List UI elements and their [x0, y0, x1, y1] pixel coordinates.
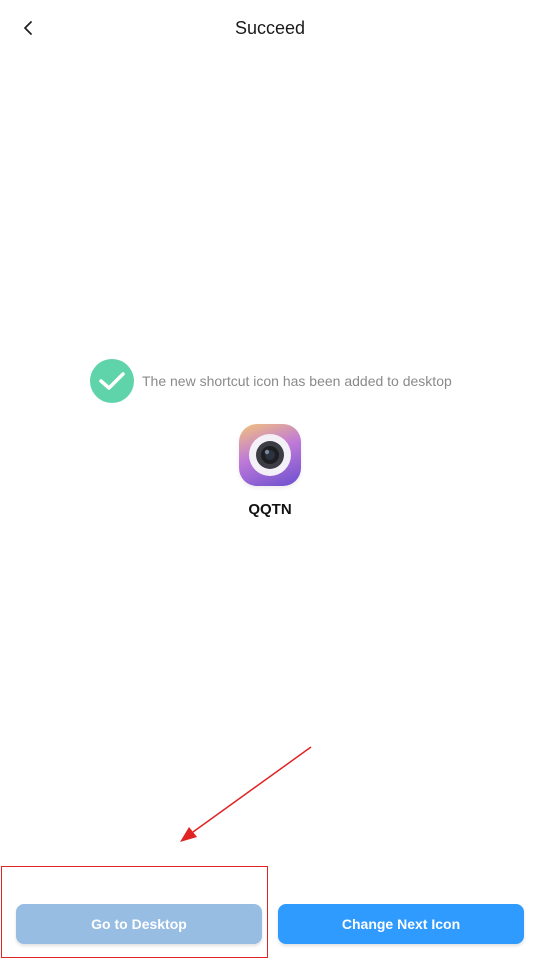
success-message-row: The new shortcut icon has been added to …	[90, 359, 452, 403]
checkmark-icon	[99, 372, 125, 390]
change-next-icon-button[interactable]: Change Next Icon	[278, 904, 524, 944]
page-title: Succeed	[234, 18, 306, 38]
shortcut-name: QQTN	[248, 501, 292, 518]
lens-graphic	[249, 434, 291, 476]
go-to-desktop-button[interactable]: Go to Desktop	[16, 904, 262, 944]
camera-lens-app-icon	[239, 424, 301, 486]
success-check-badge	[90, 359, 134, 403]
top-bar: Succeed	[0, 0, 540, 56]
success-message: The new shortcut icon has been added to …	[142, 373, 452, 389]
